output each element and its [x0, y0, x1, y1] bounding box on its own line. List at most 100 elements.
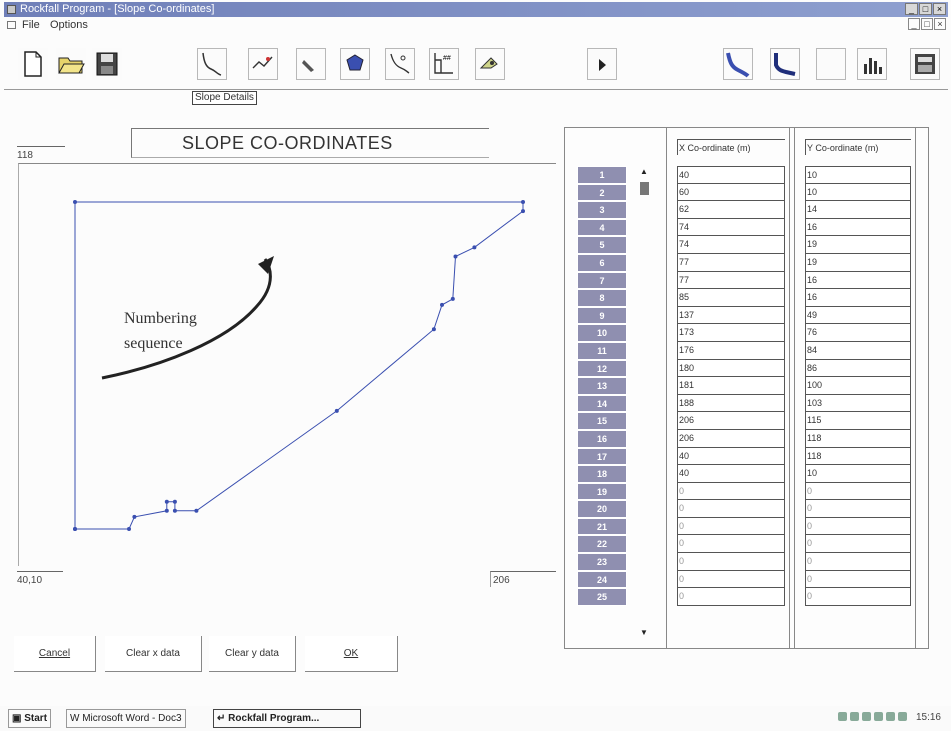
y-coordinate-cell[interactable]: 76	[805, 324, 911, 342]
y-coordinate-cell[interactable]: 0	[805, 482, 911, 501]
summary-chart-icon[interactable]	[910, 48, 940, 80]
row-number[interactable]: 9	[577, 306, 627, 325]
tray-icon[interactable]	[838, 712, 847, 721]
y-coordinate-cell[interactable]: 0	[805, 553, 911, 571]
slope-point[interactable]	[73, 200, 77, 204]
slope-point[interactable]	[453, 254, 458, 259]
slope-point[interactable]	[164, 508, 169, 513]
slope-details-icon[interactable]	[197, 48, 227, 80]
y-coordinate-cell[interactable]: 118	[805, 429, 911, 448]
new-file-icon[interactable]	[18, 48, 48, 80]
row-number[interactable]: 21	[577, 517, 627, 536]
row-number[interactable]: 3	[577, 201, 627, 219]
x-coordinate-cell[interactable]: 181	[677, 377, 785, 395]
tray-icon[interactable]	[898, 712, 907, 721]
row-number[interactable]: 19	[577, 482, 627, 501]
y-coordinate-cell[interactable]: 19	[805, 253, 911, 272]
x-coordinate-cell[interactable]: 0	[677, 517, 785, 536]
y-coordinate-cell[interactable]: 118	[805, 447, 911, 466]
y-coordinate-cell[interactable]: 16	[805, 271, 911, 290]
taskbar-rockfall[interactable]: ↵ Rockfall Program...	[213, 709, 361, 728]
menu-options[interactable]: Options	[50, 18, 88, 32]
row-number[interactable]: 5	[577, 236, 627, 254]
row-number[interactable]: 10	[577, 324, 627, 342]
slope-point[interactable]	[172, 508, 177, 513]
row-number[interactable]: 23	[577, 553, 627, 571]
slope-point[interactable]	[450, 296, 455, 301]
row-number[interactable]: 22	[577, 535, 627, 554]
row-number[interactable]: 15	[577, 412, 627, 430]
bar-chart-icon[interactable]	[857, 48, 887, 80]
slope-point[interactable]	[440, 302, 444, 307]
slope-params-icon[interactable]	[385, 48, 415, 80]
slope-plot-svg[interactable]: Numbering sequence	[12, 116, 558, 586]
row-number[interactable]: 16	[577, 429, 627, 448]
rock-icon[interactable]	[296, 48, 326, 80]
bounce-profile-icon[interactable]	[770, 48, 800, 80]
row-number[interactable]: 4	[577, 218, 627, 237]
y-coordinate-cell[interactable]: 84	[805, 341, 911, 360]
y-coordinate-cell[interactable]: 10	[805, 465, 911, 483]
slope-point[interactable]	[172, 499, 177, 504]
slope-profile-icon[interactable]	[248, 48, 278, 80]
row-number[interactable]: 25	[577, 588, 627, 606]
slope-point[interactable]	[521, 209, 525, 214]
row-number[interactable]: 6	[577, 253, 627, 272]
y-coordinate-cell[interactable]: 0	[805, 588, 911, 606]
x-coordinate-cell[interactable]: 74	[677, 218, 785, 237]
doc-minimize-button[interactable]: _	[908, 18, 920, 30]
y-coordinate-cell[interactable]: 103	[805, 394, 911, 413]
row-number[interactable]: 2	[577, 183, 627, 202]
x-coordinate-cell[interactable]: 77	[677, 271, 785, 290]
y-coordinate-cell[interactable]: 16	[805, 218, 911, 237]
x-coordinate-cell[interactable]: 60	[677, 183, 785, 202]
x-coordinate-cell[interactable]: 85	[677, 289, 785, 307]
run-arrow-icon[interactable]	[587, 48, 617, 80]
slope-point[interactable]	[164, 499, 169, 504]
x-coordinate-cell[interactable]: 176	[677, 341, 785, 360]
x-coordinate-cell[interactable]: 0	[677, 553, 785, 571]
row-number[interactable]: 18	[577, 465, 627, 483]
save-disk-icon[interactable]	[92, 48, 122, 80]
slope-point[interactable]	[132, 514, 137, 519]
trajectory-icon[interactable]	[723, 48, 753, 80]
y-coordinate-cell[interactable]: 0	[805, 570, 911, 589]
scroll-down-icon[interactable]: ▼	[638, 627, 650, 639]
row-number[interactable]: 1	[577, 166, 627, 184]
x-coordinate-cell[interactable]: 62	[677, 201, 785, 219]
y-coordinate-cell[interactable]: 49	[805, 306, 911, 325]
scroll-up-icon[interactable]: ▲	[638, 166, 650, 178]
row-number[interactable]: 13	[577, 377, 627, 395]
x-coordinate-cell[interactable]: 173	[677, 324, 785, 342]
clear-x-button[interactable]: Clear x data	[105, 636, 202, 672]
y-coordinate-cell[interactable]: 19	[805, 236, 911, 254]
blank-icon[interactable]	[816, 48, 846, 80]
y-coordinate-cell[interactable]: 14	[805, 201, 911, 219]
minimize-button[interactable]: _	[905, 3, 918, 15]
document-system-menu-icon[interactable]	[7, 21, 16, 29]
x-coordinate-cell[interactable]: 0	[677, 535, 785, 554]
cancel-button[interactable]: Cancel	[14, 636, 96, 672]
row-number[interactable]: 17	[577, 447, 627, 466]
slope-point[interactable]	[127, 527, 131, 531]
x-coordinate-cell[interactable]: 0	[677, 588, 785, 606]
x-coordinate-cell[interactable]: 0	[677, 570, 785, 589]
row-number[interactable]: 7	[577, 271, 627, 290]
row-number[interactable]: 24	[577, 570, 627, 589]
clear-y-button[interactable]: Clear y data	[209, 636, 296, 672]
open-folder-icon[interactable]	[56, 48, 86, 80]
x-coordinate-cell[interactable]: 0	[677, 482, 785, 501]
tray-icon[interactable]	[862, 712, 871, 721]
slope-point[interactable]	[521, 200, 525, 204]
slope-point[interactable]	[194, 508, 199, 513]
x-coordinate-cell[interactable]: 40	[677, 447, 785, 466]
y-coordinate-cell[interactable]: 10	[805, 183, 911, 202]
grid-scrollbar[interactable]: ▲ ▼	[636, 166, 652, 639]
x-coordinate-cell[interactable]: 206	[677, 429, 785, 448]
taskbar-word[interactable]: W Microsoft Word - Doc3	[66, 709, 186, 728]
slope-point[interactable]	[472, 245, 477, 250]
material-icon[interactable]	[475, 48, 505, 80]
slope-point[interactable]	[334, 408, 339, 413]
row-number[interactable]: 11	[577, 341, 627, 360]
x-coordinate-cell[interactable]: 74	[677, 236, 785, 254]
